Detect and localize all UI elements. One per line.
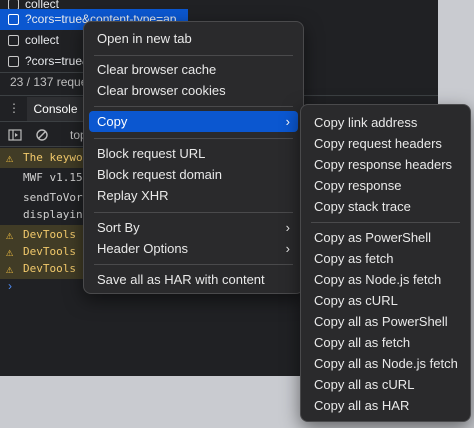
menu-item-label: Block request URL (97, 146, 206, 161)
menu-item-clear-cookies[interactable]: Clear browser cookies (89, 80, 298, 101)
menu-item-copy[interactable]: Copy › (89, 111, 298, 132)
menu-separator (94, 212, 293, 213)
menu-item-label: Block request domain (97, 167, 223, 182)
menu-item-label: Clear browser cache (97, 62, 217, 77)
menu-item-label: Copy as Node.js fetch (314, 272, 442, 287)
menu-item-label: Sort By (97, 220, 140, 235)
checkbox[interactable] (8, 14, 19, 25)
menu-item-clear-cache[interactable]: Clear browser cache (89, 59, 298, 80)
menu-item-label: Copy (97, 114, 128, 129)
copy-submenu: Copy link address Copy request headers C… (300, 104, 471, 422)
menu-item-label: Copy response (314, 178, 402, 193)
menu-item-label: Copy all as PowerShell (314, 314, 448, 329)
menu-item-copy-all-as-nodejs-fetch[interactable]: Copy all as Node.js fetch (306, 353, 465, 374)
request-count-summary: 23 / 137 reque (10, 75, 88, 89)
menu-item-label: Copy all as HAR (314, 398, 410, 413)
menu-item-replay-xhr[interactable]: Replay XHR (89, 185, 298, 206)
menu-item-copy-as-nodejs-fetch[interactable]: Copy as Node.js fetch (306, 269, 465, 290)
menu-separator (94, 264, 293, 265)
checkbox[interactable] (8, 35, 19, 46)
menu-item-label: Copy all as fetch (314, 335, 411, 350)
menu-item-copy-all-as-fetch[interactable]: Copy all as fetch (306, 332, 465, 353)
menu-item-copy-as-fetch[interactable]: Copy as fetch (306, 248, 465, 269)
menu-separator (94, 55, 293, 56)
chevron-right-icon: › (285, 220, 290, 235)
menu-item-copy-response[interactable]: Copy response (306, 175, 465, 196)
warning-icon: ⚠ (6, 151, 14, 165)
menu-item-copy-all-as-curl[interactable]: Copy all as cURL (306, 374, 465, 395)
menu-separator (94, 138, 293, 139)
menu-item-label: Open in new tab (97, 31, 192, 46)
menu-item-copy-all-as-har[interactable]: Copy all as HAR (306, 395, 465, 416)
menu-separator (311, 222, 460, 223)
console-message: displaying (23, 208, 90, 221)
menu-item-copy-stack-trace[interactable]: Copy stack trace (306, 196, 465, 217)
menu-item-copy-as-curl[interactable]: Copy as cURL (306, 290, 465, 311)
console-message: DevTools f (23, 262, 90, 275)
tab-console[interactable]: Console (27, 97, 84, 121)
menu-item-save-har[interactable]: Save all as HAR with content (89, 269, 298, 290)
menu-item-open-new-tab[interactable]: Open in new tab (89, 28, 298, 49)
menu-item-label: Copy stack trace (314, 199, 411, 214)
menu-item-block-domain[interactable]: Block request domain (89, 164, 298, 185)
menu-item-block-url[interactable]: Block request URL (89, 143, 298, 164)
context-menu: Open in new tab Clear browser cache Clea… (83, 21, 304, 294)
menu-item-header-options[interactable]: Header Options › (89, 238, 298, 259)
menu-item-label: Clear browser cookies (97, 83, 226, 98)
menu-item-label: Copy all as cURL (314, 377, 415, 392)
chevron-right-icon: › (285, 114, 290, 129)
sidebar-toggle-icon[interactable] (8, 128, 22, 142)
menu-item-copy-request-headers[interactable]: Copy request headers (306, 133, 465, 154)
menu-item-label: Replay XHR (97, 188, 169, 203)
request-name: collect (25, 33, 60, 47)
menu-item-label: Copy as cURL (314, 293, 398, 308)
menu-item-label: Copy all as Node.js fetch (314, 356, 458, 371)
menu-item-copy-all-as-powershell[interactable]: Copy all as PowerShell (306, 311, 465, 332)
menu-separator (94, 106, 293, 107)
menu-item-label: Save all as HAR with content (97, 272, 265, 287)
menu-item-copy-link-address[interactable]: Copy link address (306, 112, 465, 133)
menu-item-label: Copy response headers (314, 157, 453, 172)
request-name: ?cors=true& (25, 54, 91, 68)
menu-item-sort-by[interactable]: Sort By › (89, 217, 298, 238)
menu-item-copy-response-headers[interactable]: Copy response headers (306, 154, 465, 175)
console-message: MWF v1.15. (23, 171, 90, 184)
menu-item-label: Copy as fetch (314, 251, 394, 266)
menu-item-label: Header Options (97, 241, 189, 256)
menu-item-label: Copy request headers (314, 136, 442, 151)
menu-item-label: Copy as PowerShell (314, 230, 432, 245)
menu-item-label: Copy link address (314, 115, 418, 130)
checkbox[interactable] (8, 56, 19, 67)
warning-icon: ⚠ (6, 262, 14, 276)
clear-console-icon[interactable] (35, 128, 49, 142)
menu-item-copy-as-powershell[interactable]: Copy as PowerShell (306, 227, 465, 248)
chevron-right-icon: › (285, 241, 290, 256)
drawer-menu-icon[interactable]: ⋮ (8, 101, 20, 115)
console-prompt-icon[interactable]: › (8, 279, 12, 293)
console-message: The keywor (23, 151, 90, 164)
